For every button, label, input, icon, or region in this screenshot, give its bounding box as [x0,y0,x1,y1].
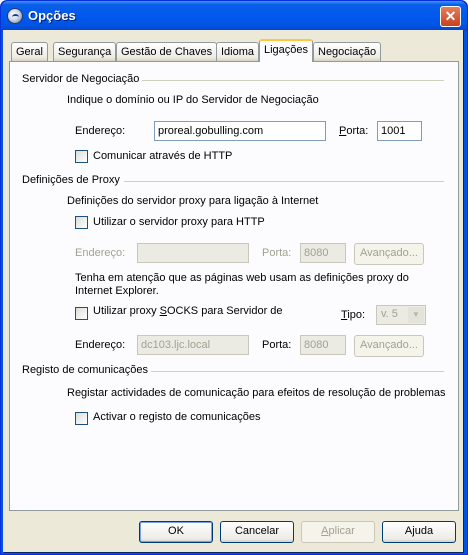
ok-button[interactable]: OK [139,521,213,543]
socks-type-select[interactable]: v. 5 ▼ [376,305,426,325]
tab-negociacao[interactable]: Negociação [313,42,382,61]
tab-geral[interactable]: Geral [11,42,48,61]
log-checkbox-label: Activar o registo de comunicações [93,411,261,423]
http-proxy-checkbox[interactable] [75,216,88,229]
close-button[interactable]: ✕ [440,6,461,27]
server-address-label: Endereço: [75,125,126,137]
tab-seguranca[interactable]: Segurança [53,42,117,61]
socks-advanced-button[interactable]: Avançado... [354,335,424,357]
server-description: Indique o domínio ou IP do Servidor de N… [67,94,319,106]
proxy-address-label: Endereço: [75,247,126,259]
section-divider [142,80,444,81]
tab-label: Segurança [58,46,112,58]
socks-port-input[interactable]: 8080 [300,335,346,355]
log-description: Registar actividades de comunicação para… [67,387,446,399]
proxy-advanced-button[interactable]: Avançado... [354,243,424,265]
tab-label: Ligações [264,44,309,56]
tab-label: Gestão de Chaves [121,46,213,58]
proxy-port-label: Porta: [262,247,292,259]
tab-label: Geral [16,46,43,58]
proxy-port-input[interactable]: 8080 [300,243,346,263]
app-logo-icon [7,8,23,24]
proxy-note-line2: Internet Explorer. [75,285,159,297]
server-port-input[interactable]: 1001 [377,121,422,141]
tab-idioma[interactable]: Idioma [216,42,260,61]
proxy-address-input[interactable] [137,243,249,263]
cancel-button[interactable]: Cancelar [220,521,294,543]
http-checkbox-label: Comunicar através de HTTP [93,150,233,162]
proxy-description: Definições do servidor proxy para ligaçã… [67,195,319,207]
log-checkbox[interactable] [75,412,88,425]
socks-type-value: v. 5 [381,308,398,320]
tab-ligacoes[interactable]: Ligações [259,39,314,62]
chevron-down-icon: ▼ [408,307,424,323]
socks-proxy-checkbox[interactable] [75,307,88,320]
section-divider [124,181,444,182]
server-port-label: Porta: [339,125,369,137]
socks-proxy-checkbox-label: Utilizar proxy SOCKS para Servidor de [93,305,283,317]
section-title-log: Registo de comunicações [22,364,148,376]
apply-button[interactable]: Aplicar [301,521,375,543]
socks-port-label: Porta: [262,339,292,351]
section-divider [151,371,444,372]
close-icon: ✕ [444,8,457,24]
socks-address-label: Endereço: [75,339,126,351]
tab-label: Idioma [221,46,255,58]
window-title: Opções [28,8,76,23]
http-proxy-checkbox-label: Utilizar o servidor proxy para HTTP [93,216,265,228]
tab-label: Negociação [318,46,377,58]
title-bar[interactable]: Opções ✕ [1,1,467,31]
socks-address-input[interactable]: dc103.ljc.local [137,335,249,355]
http-checkbox[interactable] [75,150,88,163]
socks-type-label: Tipo: [341,309,366,321]
section-title-proxy: Definições de Proxy [22,174,120,186]
section-title-server: Servidor de Negociação [22,73,140,85]
help-button[interactable]: Ajuda [382,521,456,543]
server-address-input[interactable]: proreal.gobulling.com [154,121,326,141]
proxy-note: Tenha em atenção que as páginas web usam… [75,272,409,284]
tab-gestao-de-chaves[interactable]: Gestão de Chaves [116,42,218,61]
